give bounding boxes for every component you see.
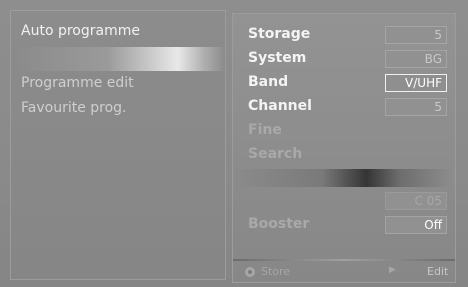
arrow-right-icon: ▶ [389,265,396,275]
footer-bar: Store ▶ Edit [233,264,455,282]
separator-bar [233,169,455,187]
tv-menu-screen: Auto programme Programme edit Favourite … [0,0,468,287]
storage-value[interactable]: 5 [385,26,447,44]
edit-label[interactable]: Edit [427,265,448,278]
menu-item-auto-programme[interactable]: Auto programme [21,23,140,39]
search-label[interactable]: Search [248,146,302,162]
channel-display-value: C 05 [385,192,447,210]
fine-label[interactable]: Fine [248,122,282,138]
system-value[interactable]: BG [385,50,447,68]
storage-label: Storage [248,26,311,42]
settings-panel: Storage 5 System BG Band V/UHF Channel 5… [232,13,456,283]
booster-value[interactable]: Off [385,216,447,234]
band-value[interactable]: V/UHF [385,74,447,92]
store-icon [245,267,255,277]
channel-value[interactable]: 5 [385,98,447,116]
menu-selection-highlight [11,47,225,71]
booster-label: Booster [248,216,310,232]
main-menu-panel: Auto programme Programme edit Favourite … [10,10,226,280]
channel-label: Channel [248,98,312,114]
menu-item-programme-edit[interactable]: Programme edit [21,75,134,91]
system-label: System [248,50,307,66]
menu-item-favourite-prog[interactable]: Favourite prog. [21,100,127,116]
footer-divider [233,259,455,261]
store-label[interactable]: Store [261,265,290,278]
band-label: Band [248,74,289,90]
